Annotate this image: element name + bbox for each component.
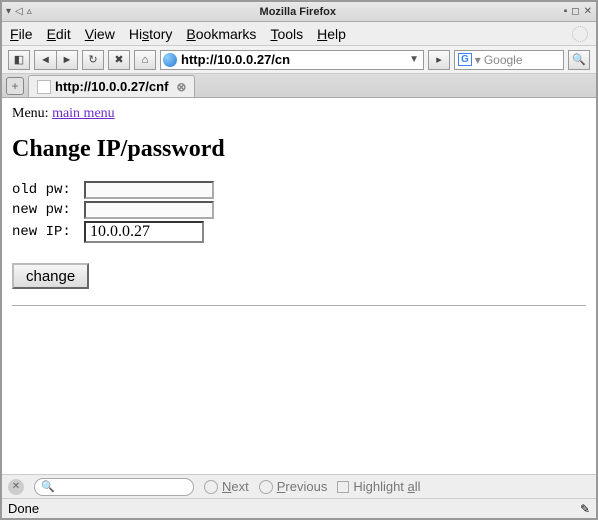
back-button[interactable]: ◄ (34, 50, 56, 70)
new-pw-label: new pw: (12, 202, 84, 218)
search-go-button[interactable]: 🔍 (568, 50, 590, 70)
pencil-icon: ✎ (580, 502, 590, 516)
page-icon (37, 80, 51, 94)
old-pw-label: old pw: (12, 182, 84, 198)
menu-history[interactable]: History (129, 26, 173, 42)
separator (12, 305, 586, 306)
reload-button[interactable]: ↻ (82, 50, 104, 70)
wm-shade-icon[interactable]: ◁ (15, 6, 23, 17)
old-pw-input[interactable] (84, 181, 214, 199)
google-icon: G (458, 53, 472, 66)
new-pw-input[interactable] (84, 201, 214, 219)
globe-icon (163, 53, 177, 67)
go-button[interactable]: ▸ (428, 50, 450, 70)
search-icon: 🔍 (41, 480, 55, 493)
menu-tools[interactable]: Tools (270, 26, 303, 42)
change-button[interactable]: change (12, 263, 89, 289)
page-heading: Change IP/password (12, 136, 586, 163)
url-bar[interactable]: http://10.0.0.27/cn ▼ (160, 50, 424, 70)
tab-active[interactable]: http://10.0.0.27/cnf ⊗ (28, 75, 195, 97)
menu-file[interactable]: File (10, 26, 33, 42)
page-content: Menu: main menu Change IP/password old p… (2, 98, 596, 474)
menu-help[interactable]: Help (317, 26, 346, 42)
menu-view[interactable]: View (85, 26, 115, 42)
window-titlebar: ▾ ◁ ▵ Mozilla Firefox ▪ ◻ ✕ (2, 2, 596, 22)
stop-button[interactable]: ✖ (108, 50, 130, 70)
status-text: Done (8, 501, 39, 516)
highlight-icon (337, 481, 349, 493)
tab-bar: + http://10.0.0.27/cnf ⊗ (2, 74, 596, 98)
search-placeholder: Google (484, 53, 523, 67)
new-ip-label: new IP: (12, 224, 84, 240)
main-menu-link[interactable]: main menu (52, 106, 115, 121)
url-text: http://10.0.0.27/cn (181, 52, 403, 67)
home-button[interactable]: ⌂ (134, 50, 156, 70)
new-ip-input[interactable] (84, 221, 204, 243)
tab-title: http://10.0.0.27/cnf (55, 79, 168, 94)
find-bar: ✕ 🔍 Next Previous Highlight all (2, 474, 596, 498)
find-next-button[interactable]: Next (204, 479, 249, 494)
forward-button[interactable]: ► (56, 50, 78, 70)
find-previous-button[interactable]: Previous (259, 479, 328, 494)
highlight-all-toggle[interactable]: Highlight all (337, 479, 420, 494)
new-tab-button[interactable]: + (6, 77, 24, 95)
find-close-button[interactable]: ✕ (8, 479, 24, 495)
previous-icon (259, 480, 273, 494)
wm-minimize-icon[interactable]: ▪ (564, 6, 568, 17)
nav-toolbar: ◧ ◄ ► ↻ ✖ ⌂ http://10.0.0.27/cn ▼ ▸ G ▾ … (2, 46, 596, 74)
menubar: File Edit View History Bookmarks Tools H… (2, 22, 596, 46)
sidebar-toggle-button[interactable]: ◧ (8, 50, 30, 70)
url-dropdown-icon[interactable]: ▼ (407, 54, 421, 65)
next-icon (204, 480, 218, 494)
tab-close-icon[interactable]: ⊗ (176, 80, 186, 94)
wm-maximize-icon[interactable]: ◻ (571, 6, 579, 17)
menu-label: Menu: (12, 106, 49, 121)
search-box[interactable]: G ▾ Google (454, 50, 564, 70)
wm-close-icon[interactable]: ✕ (584, 6, 592, 17)
find-input[interactable]: 🔍 (34, 478, 194, 496)
menu-edit[interactable]: Edit (47, 26, 71, 42)
menu-bookmarks[interactable]: Bookmarks (186, 26, 256, 42)
window-title: Mozilla Firefox (32, 6, 564, 18)
throbber-icon (572, 26, 588, 42)
status-bar: Done ✎ (2, 498, 596, 518)
wm-sticky-icon[interactable]: ▾ (6, 6, 11, 17)
